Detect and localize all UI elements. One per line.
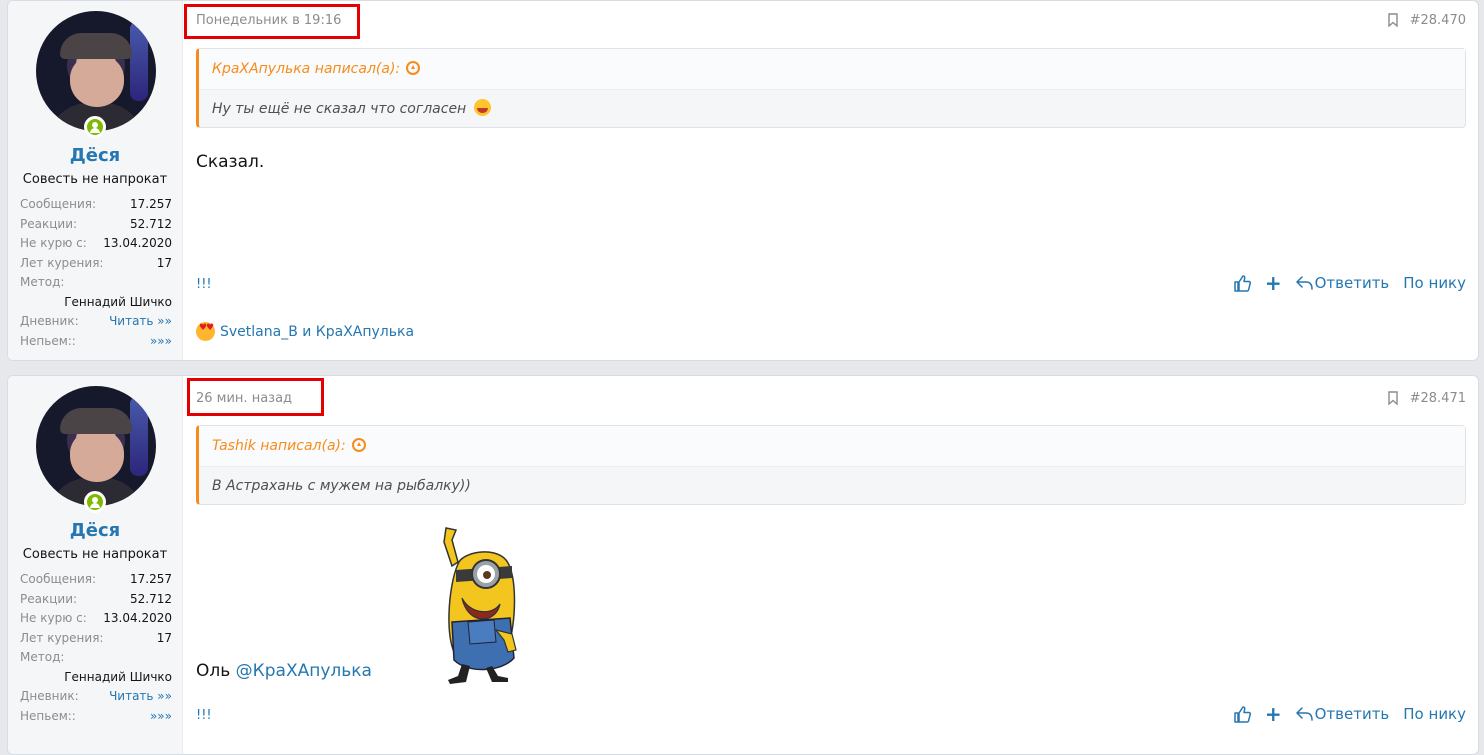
post-body-text: Оль <box>196 661 231 681</box>
reply-icon <box>1295 707 1313 721</box>
jump-to-quote-icon[interactable] <box>351 438 366 452</box>
quote-author[interactable]: Tashik написал(а): <box>212 438 346 454</box>
stat-method-value: Геннадий Шичко <box>64 669 172 684</box>
stat-diary-label: Дневник: <box>20 689 79 703</box>
username-link[interactable]: Дёся <box>8 145 182 166</box>
username-link[interactable]: Дёся <box>8 520 182 541</box>
stat-quit-date-label: Не курю с: <box>20 236 87 250</box>
quote-header[interactable]: Tashik написал(а): <box>199 426 1465 467</box>
like-icon[interactable] <box>1234 274 1251 292</box>
quote-text: Ну ты ещё не сказал что согласен <box>212 101 467 117</box>
red-highlight-box <box>187 378 324 416</box>
quote-body: Ну ты ещё не сказал что согласен <box>199 90 1465 128</box>
user-info-panel: Дёся Совесть не напрокат Сообщения: 17.25… <box>8 376 183 754</box>
stat-method-label: Метод: <box>20 275 65 289</box>
bookmark-icon[interactable] <box>1388 391 1398 405</box>
by-nick-button[interactable]: По нику <box>1403 274 1466 292</box>
stat-years-value: 17 <box>156 630 172 645</box>
reply-button[interactable]: Ответить <box>1295 705 1390 723</box>
user-stats: Сообщения: 17.257 Реакции: 52.712 Не курю … <box>20 570 172 726</box>
red-highlight-box <box>184 4 360 39</box>
post-actions: + Ответить По нику <box>1234 704 1466 724</box>
post-body: Сказал. <box>196 152 265 172</box>
stat-quit-date-label: Не курю с: <box>20 611 87 625</box>
stat-method-value: Геннадий Шичко <box>64 294 172 309</box>
reactions-bar[interactable]: Svetlana_B и КраХАпулька <box>196 322 414 341</box>
quote-block: Tashik написал(а): В Астрахань с мужем н… <box>196 425 1466 505</box>
stat-years-label: Лет курения: <box>20 630 104 645</box>
stat-messages-label: Сообщения: <box>20 197 97 211</box>
user-mention-link[interactable]: @КраХАпулька <box>236 661 372 681</box>
stat-reactions-label: Реакции: <box>20 591 78 606</box>
stat-method-label: Метод: <box>20 650 65 664</box>
reply-icon <box>1295 276 1313 290</box>
jump-to-quote-icon[interactable] <box>406 61 421 75</box>
bookmark-icon[interactable] <box>1388 13 1398 27</box>
multiquote-plus-button[interactable]: + <box>1265 273 1282 293</box>
post-actions: + Ответить По нику <box>1234 273 1466 293</box>
user-title: Совесть не напрокат <box>22 172 168 187</box>
heart-eyes-emoji-icon <box>196 322 215 341</box>
user-info-panel: Дёся Совесть не напрокат Сообщения: 17.25… <box>8 1 183 360</box>
stat-quit-date-value: 13.04.2020 <box>103 611 172 625</box>
reply-label: Ответить <box>1314 705 1390 723</box>
signature-link[interactable]: !!! <box>196 708 212 723</box>
stat-messages-value: 17.257 <box>130 572 172 586</box>
post-number-link[interactable]: #28.470 <box>1410 13 1466 28</box>
online-status-icon <box>84 116 106 138</box>
post-28470: Дёся Совесть не напрокат Сообщения: 17.25… <box>7 0 1479 361</box>
laughing-emoji-icon <box>474 99 492 116</box>
post-28471: Дёся Совесть не напрокат Сообщения: 17.25… <box>7 375 1479 755</box>
quote-text: В Астрахань с мужем на рыбалку)) <box>212 478 471 494</box>
reply-button[interactable]: Ответить <box>1295 274 1390 292</box>
post-body: Оль @КраХАпулька <box>196 661 372 681</box>
nepyem-link[interactable]: »»» <box>150 332 172 352</box>
post-main: 26 мин. назад #28.471 Tashik написал(а):… <box>182 376 1478 754</box>
stat-diary-label: Дневник: <box>20 314 79 328</box>
reactions-list[interactable]: Svetlana_B и КраХАпулька <box>220 324 414 340</box>
stat-messages-value: 17.257 <box>130 197 172 211</box>
minion-sticker-image <box>443 527 517 684</box>
user-stats: Сообщения: 17.257 Реакции: 52.712 Не курю … <box>20 195 172 351</box>
quote-block: КраХАпулька написал(а): Ну ты ещё не ска… <box>196 48 1466 128</box>
stat-years-value: 17 <box>156 255 172 270</box>
post-main: Понедельник в 19:16 #28.470 КраХАпулька … <box>182 1 1478 360</box>
stat-nepyem-label: Непьем:: <box>20 333 76 348</box>
quote-body: В Астрахань с мужем на рыбалку)) <box>199 467 1465 505</box>
stat-quit-date-value: 13.04.2020 <box>103 236 172 250</box>
like-icon[interactable] <box>1234 705 1251 723</box>
stat-reactions-value: 52.712 <box>130 591 172 606</box>
user-title: Совесть не напрокат <box>22 547 168 562</box>
stat-reactions-label: Реакции: <box>20 216 78 231</box>
stat-messages-label: Сообщения: <box>20 572 97 586</box>
nepyem-link[interactable]: »»» <box>150 707 172 727</box>
by-nick-button[interactable]: По нику <box>1403 705 1466 723</box>
multiquote-plus-button[interactable]: + <box>1265 704 1282 724</box>
user-avatar[interactable] <box>36 386 156 506</box>
quote-author[interactable]: КраХАпулька написал(а): <box>212 61 400 77</box>
diary-link[interactable]: Читать »» <box>109 312 172 332</box>
quote-header[interactable]: КраХАпулька написал(а): <box>199 49 1465 90</box>
signature-link[interactable]: !!! <box>196 277 212 292</box>
user-avatar[interactable] <box>36 11 156 131</box>
reply-label: Ответить <box>1314 274 1390 292</box>
post-number-link[interactable]: #28.471 <box>1410 391 1466 406</box>
stat-years-label: Лет курения: <box>20 255 104 270</box>
online-status-icon <box>84 491 106 513</box>
diary-link[interactable]: Читать »» <box>109 687 172 707</box>
stat-reactions-value: 52.712 <box>130 216 172 231</box>
stat-nepyem-label: Непьем:: <box>20 708 76 723</box>
